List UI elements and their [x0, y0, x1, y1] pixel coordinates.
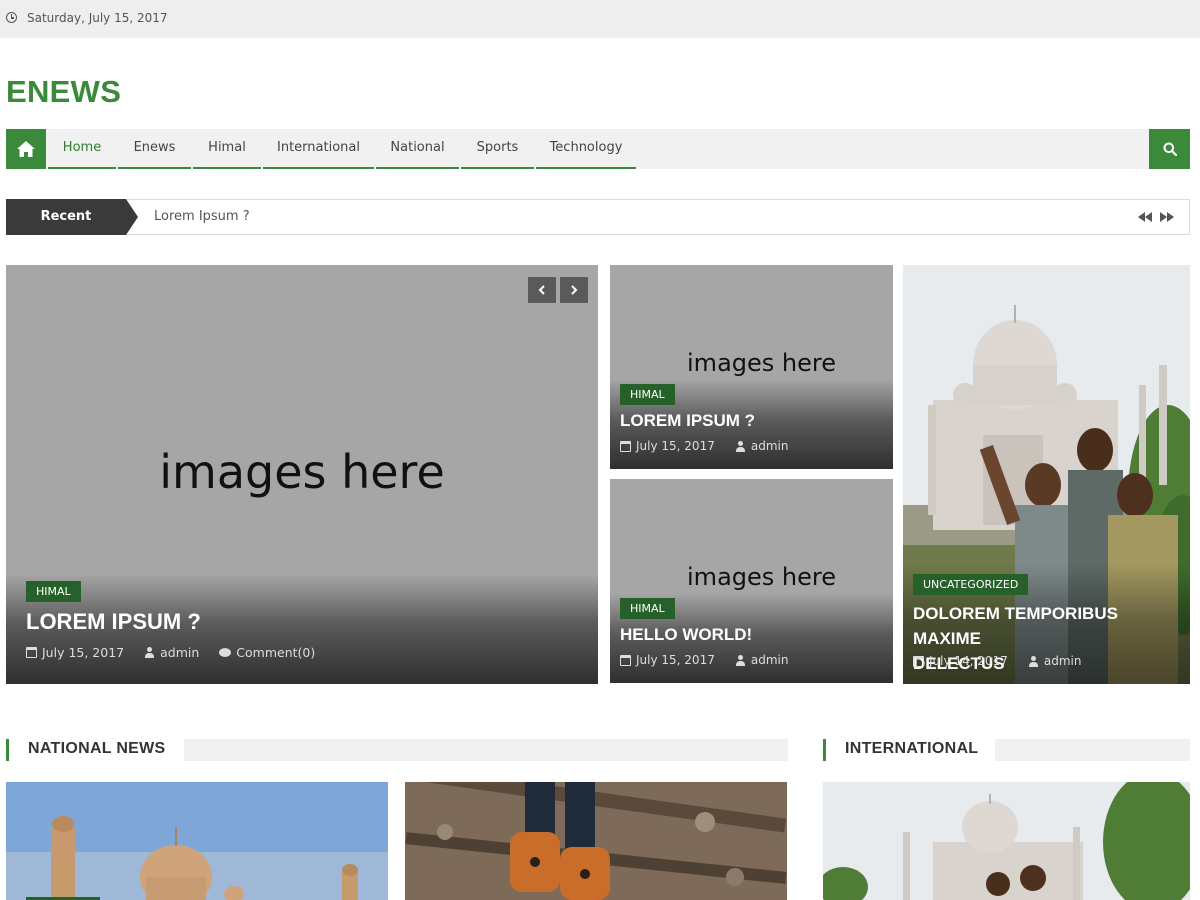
site-logo[interactable]: ENEWS — [6, 74, 121, 110]
home-icon-button[interactable] — [6, 129, 46, 169]
national-news-heading: NATIONAL NEWS — [6, 739, 788, 761]
post-meta: July 15, 2017 admin — [620, 653, 788, 667]
taj-mahal-photo — [6, 782, 388, 900]
post-title[interactable]: LOREM IPSUM ? — [26, 609, 201, 635]
post-meta: July 15, 2017 admin — [620, 439, 788, 453]
heading-accent-bar — [823, 739, 826, 761]
nav-item-national[interactable]: National — [376, 129, 459, 169]
slider-next-button[interactable] — [560, 277, 588, 303]
category-badge[interactable]: HIMAL — [620, 598, 675, 619]
calendar-icon — [913, 655, 924, 667]
nav-item-sports[interactable]: Sports — [461, 129, 534, 169]
nav-item-international[interactable]: International — [263, 129, 374, 169]
image-placeholder: images here — [159, 445, 445, 499]
main-navigation: Home Enews Himal International National … — [6, 129, 1190, 169]
post-author[interactable]: admin — [160, 645, 199, 660]
featured-small-card[interactable]: images here HIMAL LOREM IPSUM ? July 15,… — [610, 265, 893, 469]
ticker-next-button[interactable] — [1159, 209, 1175, 225]
calendar-icon — [620, 654, 631, 666]
post-date: July 15, 2017 — [636, 439, 715, 453]
slider-prev-button[interactable] — [528, 277, 556, 303]
post-author[interactable]: admin — [751, 653, 789, 667]
recent-news-ticker: Recent Lorem Ipsum ? — [6, 199, 1190, 235]
calendar-icon — [620, 440, 631, 452]
double-chevron-left-icon — [1138, 212, 1152, 222]
calendar-icon — [26, 647, 37, 658]
category-badge[interactable]: UNCATEGORIZED — [913, 574, 1029, 595]
user-icon — [1028, 655, 1039, 667]
featured-small-card[interactable]: images here HIMAL HELLO WORLD! July 15, … — [610, 479, 893, 683]
current-date: Saturday, July 15, 2017 — [27, 11, 168, 25]
post-meta: July 14, 2017 admin — [913, 654, 1081, 668]
user-icon — [735, 654, 746, 666]
category-badge[interactable]: HIMAL — [26, 581, 81, 602]
nav-item-home[interactable]: Home — [48, 129, 116, 169]
chevron-left-icon — [538, 285, 545, 295]
post-date: July 15, 2017 — [42, 645, 125, 660]
heading-accent-bar — [6, 739, 9, 761]
featured-main-slide[interactable]: images here HIMAL LOREM IPSUM ? July 15,… — [6, 265, 598, 684]
nav-item-technology[interactable]: Technology — [536, 129, 636, 169]
comment-icon — [219, 648, 232, 657]
post-date: July 15, 2017 — [636, 653, 715, 667]
national-news-photo-2[interactable] — [405, 782, 787, 900]
home-icon — [17, 141, 35, 157]
top-bar: Saturday, July 15, 2017 — [0, 0, 1200, 38]
nav-item-enews[interactable]: Enews — [118, 129, 191, 169]
image-placeholder: images here — [687, 563, 836, 591]
post-title-line: DOLOREM TEMPORIBUS MAXIME — [913, 604, 1118, 648]
image-placeholder: images here — [687, 349, 836, 377]
category-badge[interactable]: HIMAL — [620, 384, 675, 405]
post-title[interactable]: HELLO WORLD! — [620, 625, 752, 645]
section-title[interactable]: INTERNATIONAL — [845, 740, 978, 758]
international-heading: INTERNATIONAL — [823, 739, 1190, 761]
double-chevron-right-icon — [1160, 212, 1174, 222]
ticker-label: Recent — [6, 199, 138, 235]
post-author[interactable]: admin — [1044, 654, 1082, 668]
heading-divider — [184, 739, 788, 761]
post-comments[interactable]: Comment(0) — [236, 645, 315, 660]
clock-icon — [6, 12, 17, 23]
post-date: July 14, 2017 — [929, 654, 1008, 668]
user-icon — [144, 647, 155, 658]
heading-divider — [995, 739, 1190, 761]
railway-shoes-photo — [405, 782, 787, 900]
post-author[interactable]: admin — [751, 439, 789, 453]
search-icon — [1163, 142, 1177, 156]
ticker-prev-button[interactable] — [1137, 209, 1153, 225]
chevron-right-icon — [571, 285, 578, 295]
section-title[interactable]: NATIONAL NEWS — [28, 740, 166, 758]
post-meta: July 15, 2017 admin Comment(0) — [26, 645, 315, 660]
nav-item-himal[interactable]: Himal — [193, 129, 261, 169]
taj-mahal-photo — [823, 782, 1190, 900]
ticker-headline[interactable]: Lorem Ipsum ? — [154, 200, 250, 234]
featured-tall-card[interactable]: UNCATEGORIZED DOLOREM TEMPORIBUS MAXIME … — [903, 265, 1190, 684]
national-news-photo-1[interactable] — [6, 782, 388, 900]
post-title[interactable]: LOREM IPSUM ? — [620, 411, 755, 431]
international-photo[interactable] — [823, 782, 1190, 900]
search-button[interactable] — [1149, 129, 1190, 169]
user-icon — [735, 440, 746, 452]
